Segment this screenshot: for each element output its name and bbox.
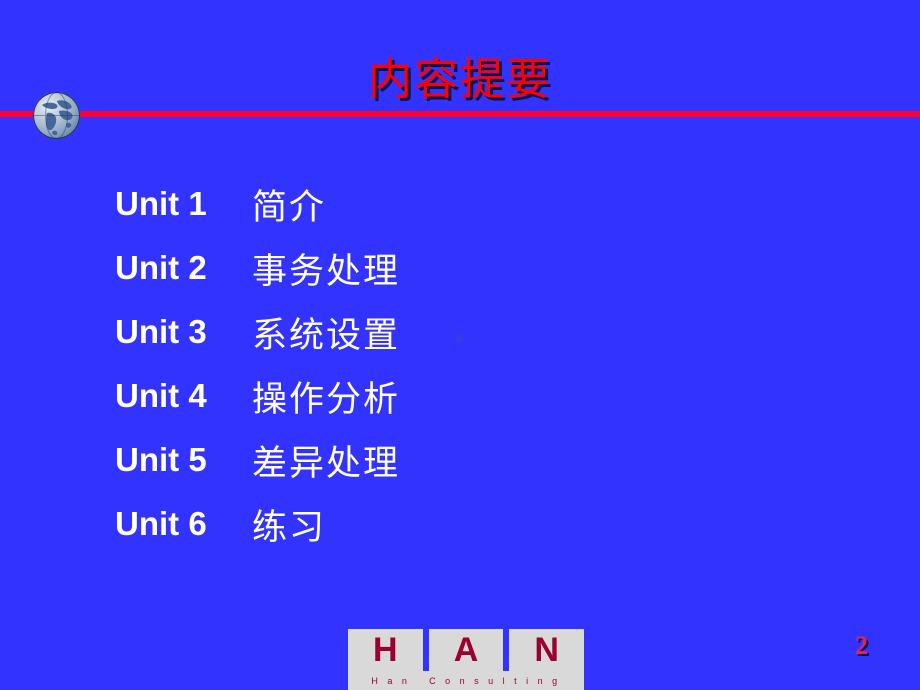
list-item[interactable]: Unit 4 操作分析 (0, 364, 920, 428)
page-number: 2 (855, 631, 868, 660)
topic-label: 事务处理 (252, 251, 401, 291)
unit-label: Unit 6 (115, 505, 207, 542)
logo-caption-consulting: C o n s u l t i n g (429, 675, 561, 686)
logo-letter-n: N (509, 629, 585, 671)
logo-caption: H a n C o n s u l t i n g (348, 671, 584, 690)
list-item[interactable]: Unit 5 差异处理 (0, 428, 920, 492)
list-item[interactable]: Unit 1 简介 (0, 172, 920, 236)
unit-label: Unit 4 (115, 377, 207, 414)
list-item[interactable]: Unit 6 练习 (0, 492, 920, 556)
unit-label: Unit 2 (115, 249, 207, 286)
han-consulting-logo: H A N H a n C o n s u l t i n g (348, 629, 585, 690)
unit-label: Unit 3 (115, 313, 207, 350)
topic-label: 简介 (252, 187, 327, 227)
presentation-slide: 内容提要 Unit 1 简介 Unit 2 事务处理 Unit 3 系统设置 U… (0, 0, 920, 690)
globe-icon (33, 92, 80, 139)
list-item[interactable]: Unit 2 事务处理 (0, 236, 920, 300)
logo-letter-a: A (428, 629, 504, 671)
logo-letter-h: H (348, 629, 423, 671)
title-divider-line (0, 111, 920, 117)
topic-label: 练习 (252, 507, 327, 547)
unit-label: Unit 5 (115, 441, 207, 478)
outline-list: Unit 1 简介 Unit 2 事务处理 Unit 3 系统设置 Unit 4… (0, 172, 920, 556)
logo-caption-han: H a n (371, 675, 411, 686)
topic-label: 差异处理 (252, 443, 401, 483)
page-title: 内容提要 (368, 55, 552, 104)
topic-label: 操作分析 (252, 379, 401, 419)
stray-mark (456, 335, 463, 342)
logo-letter-tiles: H A N (348, 629, 585, 671)
list-item[interactable]: Unit 3 系统设置 (0, 300, 920, 364)
unit-label: Unit 1 (115, 185, 207, 222)
topic-label: 系统设置 (252, 315, 401, 355)
